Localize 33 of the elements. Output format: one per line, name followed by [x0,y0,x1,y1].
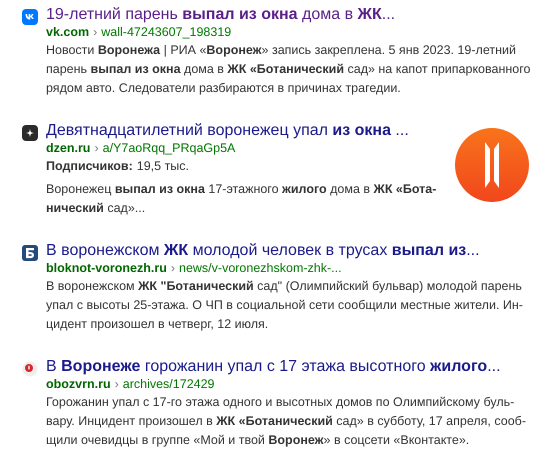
result-title-link[interactable]: В воронежском ЖК молодой человек в трусах выпал из... [46,242,480,260]
breadcrumb-separator: › [114,376,119,392]
breadcrumb-separator: › [170,260,175,276]
result-title-link[interactable]: Девятнадцатилетний воронежец упал из окна ... [46,122,409,140]
snippet-line: В воронежском ЖК "Ботанический сад" (Олимпийский бульвар) молодой парень [46,278,522,295]
breadcrumb-separator: › [93,24,98,40]
url-path-link[interactable]: news/v-voronezhskom-zhk-... [179,260,342,276]
result-title-link[interactable]: 19-летний парень выпал из окна дома в ЖК... [46,6,396,24]
letter-b-logo-icon [22,245,38,261]
channel-logo[interactable] [455,128,529,202]
site-domain-link[interactable]: bloknot-voronezh.ru [46,260,167,276]
site-domain-link[interactable]: obozvrn.ru [46,376,111,392]
result-title-link[interactable]: В Воронеже горожанин упал с 17 этажа высотного жилого... [46,358,501,376]
site-domain-link[interactable]: vk.com [46,24,90,40]
snippet-line: щили очевидцы в группе «Мой и твой Воронеж» в соцсети «Вконтакте». [46,432,470,449]
snippet-line: вару. Инцидент произошел в ЖК «Ботанический сад» в субботу, 17 апреля, сооб- [46,413,526,430]
url-path-link[interactable]: a/Y7aoRqq_PRqaGp5A [102,140,236,156]
breadcrumb-separator: › [94,140,99,156]
url-path-link[interactable]: wall-47243607_198319 [101,24,232,40]
subscribers-count: 19,5 тыс. [136,158,190,175]
snippet-line: парень выпал из окна дома в ЖК «Ботанический сад» на капот припаркованного [46,61,530,78]
snippet-line: упал с высоты 25-этажа. О ЧП в социальной сети сообщили местные жители. Ин- [46,297,523,314]
vk-logo-icon [22,9,38,25]
snippet-line: рядом авто. Следователи разбираются в причинах трагедии. [46,80,401,97]
snippet-line: Новости Воронежа | РИА «Воронеж» запись закреплена. 5 янв 2023. 19-летний [46,42,516,59]
subscribers-label: Подписчиков: [46,158,133,175]
site-domain-link[interactable]: dzen.ru [46,140,90,156]
url-path-link[interactable]: archives/172429 [122,376,214,392]
snippet-line: Воронежец выпал из окна 17-этажного жилого дома в ЖК «Бота- [46,181,436,198]
snippet-line: цидент произошел в четверг, 12 июля. [46,316,268,333]
snippet-line: нический сад»... [46,200,146,217]
round-logo-icon [22,361,38,377]
snippet-line: Горожанин упал с 17-го этажа одного и высотных домов по Олимпийскому буль- [46,394,514,411]
